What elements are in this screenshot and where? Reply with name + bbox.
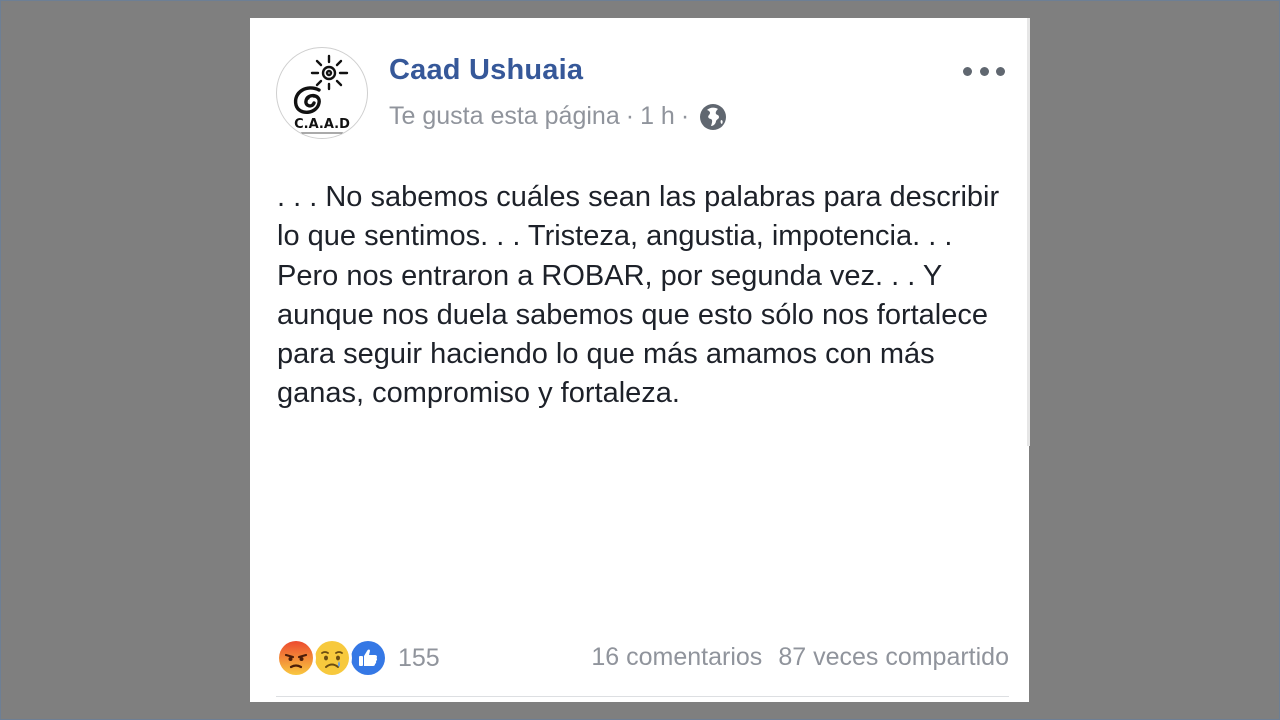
globe-icon[interactable] [699,103,727,131]
sad-reaction-icon [312,638,352,678]
page-avatar[interactable]: C.A.A.D [276,47,368,139]
more-options-button[interactable] [963,59,1005,83]
footer-divider [276,696,1009,697]
post-timestamp[interactable]: 1 h [640,102,675,131]
scrollbar[interactable] [1027,18,1030,446]
angry-reaction-icon [276,638,316,678]
more-dot-icon [996,66,1005,76]
post-stats: 16 comentarios 87 veces compartido [591,643,1009,672]
reactions-summary[interactable]: 155 [276,638,440,678]
reaction-count: 155 [398,643,440,672]
meta-separator: · [625,102,635,130]
shares-count-link[interactable]: 87 veces compartido [778,643,1009,672]
more-dot-icon [979,66,989,76]
post-footer: 155 16 comentarios 87 veces compartido [276,638,1009,680]
post-meta: Te gusta esta página · 1 h · [389,102,727,131]
like-page-status[interactable]: Te gusta esta página [389,102,620,131]
meta-separator: · [680,102,690,130]
caad-logo: C.A.A.D [293,54,350,134]
like-reaction-icon [348,638,388,678]
post-body-text: . . . No sabemos cuáles sean las palabra… [277,181,1000,410]
avatar-text: C.A.A.D [294,117,350,132]
comments-count-link[interactable]: 16 comentarios [591,643,762,672]
page-name-link[interactable]: Caad Ushuaia [389,54,583,87]
post-card: C.A.A.D Caad Ushuaia Te gusta esta págin… [250,18,1029,702]
more-dot-icon [963,66,972,76]
